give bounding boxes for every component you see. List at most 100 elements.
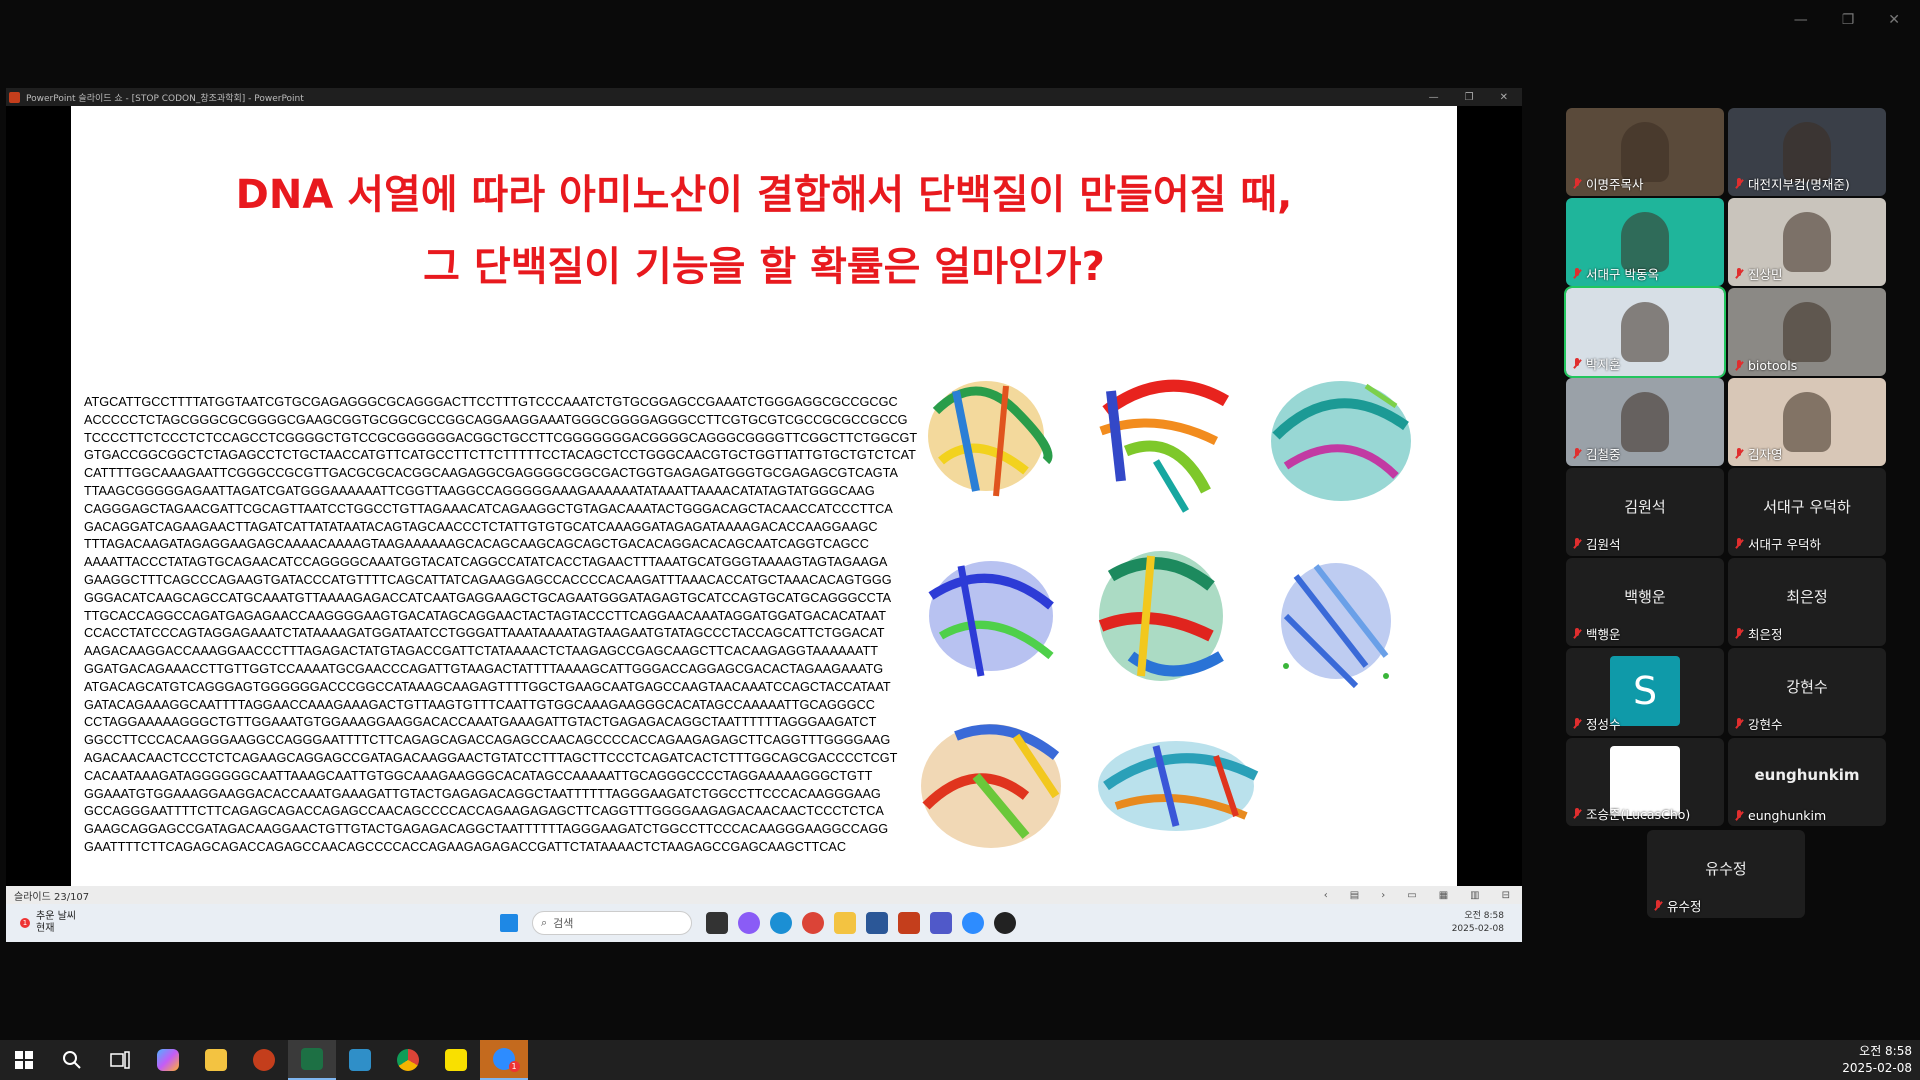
chrome-icon[interactable] bbox=[802, 912, 824, 934]
participant-tile[interactable]: 유수정 유수정 bbox=[1647, 830, 1805, 918]
powerpoint-icon bbox=[253, 1049, 275, 1071]
restore-icon[interactable]: ❐ bbox=[1842, 12, 1855, 28]
task-view-icon[interactable] bbox=[706, 912, 728, 934]
task-view-button[interactable] bbox=[96, 1040, 144, 1080]
dna-line: AAAATTACCCTATAGTGCAGAACATCCAGGGGCAAATGGT… bbox=[84, 555, 888, 570]
participant-tile[interactable]: 서대구 박동옥 bbox=[1566, 198, 1724, 286]
dna-line: TTAAGCGGGGGAGAATTAGATCGATGGGAAAAAATTCGGT… bbox=[84, 483, 875, 498]
muted-mic-icon bbox=[1734, 177, 1744, 190]
participant-name: 유수정 bbox=[1667, 899, 1702, 914]
participant-tile[interactable]: 최은정 최은정 bbox=[1728, 558, 1886, 646]
participant-tile[interactable]: 진상민 bbox=[1728, 198, 1886, 286]
participant-name: 김자영 bbox=[1748, 447, 1783, 462]
muted-mic-icon bbox=[1734, 717, 1744, 730]
participant-name: 박지훈 bbox=[1586, 357, 1621, 372]
dna-line: GAATTTTCTTCAGAGCAGACCAGAGCCAACAGCCCCACCA… bbox=[84, 839, 847, 854]
reading-view-icon[interactable]: ▥ bbox=[1470, 890, 1479, 901]
participant-tile[interactable]: biotools bbox=[1728, 288, 1886, 376]
participant-tile[interactable]: 조승준(LucasCho) bbox=[1566, 738, 1724, 826]
edge-icon[interactable] bbox=[770, 912, 792, 934]
slide-counter: 슬라이드 23/107 bbox=[14, 891, 90, 903]
windows-start-icon[interactable] bbox=[500, 914, 518, 932]
prev-slide-icon[interactable]: ‹ bbox=[1324, 890, 1328, 901]
participant-name: 정성수 bbox=[1586, 717, 1621, 732]
participant-tile[interactable]: 백행운 백행운 bbox=[1566, 558, 1724, 646]
taskbar-file-explorer[interactable] bbox=[192, 1040, 240, 1080]
ppt-close-icon[interactable]: ✕ bbox=[1500, 92, 1508, 103]
weather-widget[interactable]: 1 추운 날씨 현재 bbox=[20, 911, 500, 935]
zoom-icon[interactable] bbox=[962, 912, 984, 934]
media-player-icon[interactable] bbox=[994, 912, 1016, 934]
taskbar-copilot[interactable] bbox=[144, 1040, 192, 1080]
participant-tile[interactable]: S 정성수 bbox=[1566, 648, 1724, 736]
task-view-icon bbox=[110, 1051, 130, 1069]
protein-structures-image bbox=[921, 379, 1411, 848]
participant-name-label: 박지훈 bbox=[1572, 354, 1621, 373]
dna-line: CCACCTATCCCAGTAGGAGAAATCTATAAAAGATGGATAA… bbox=[84, 626, 885, 641]
file-explorer-icon[interactable] bbox=[834, 912, 856, 934]
slide-title-line-1: DNA 서열에 따라 아미노산이 결합해서 단백질이 만들어질 때, bbox=[235, 172, 1293, 218]
protein-structure-6 bbox=[1281, 563, 1391, 689]
participant-name: 김원석 bbox=[1586, 537, 1621, 552]
muted-mic-icon bbox=[1734, 627, 1744, 640]
participant-name: 조승준(LucasCho) bbox=[1586, 807, 1691, 822]
participant-tile[interactable]: 박지훈 bbox=[1564, 286, 1726, 378]
dna-line: AAGACAAGGACCAAAGGAACCCTTTAGAGACTATGTAGAC… bbox=[84, 644, 878, 659]
excel-icon bbox=[301, 1048, 323, 1070]
ppt-titlebar: PowerPoint 슬라이드 쇼 - [STOP CODON_창조과학회] -… bbox=[6, 88, 1522, 106]
teams-icon[interactable] bbox=[930, 912, 952, 934]
dna-sequence-text: ATGCATTGCCTTTTATGGTAATCGTGCGAGAGGGCGCAGG… bbox=[84, 394, 917, 857]
participant-tile[interactable]: eunghunkim eunghunkim bbox=[1728, 738, 1886, 826]
participant-name-label: 김원석 bbox=[1572, 534, 1621, 553]
participant-name-label: 강현수 bbox=[1734, 714, 1783, 733]
participant-tile[interactable]: 김자영 bbox=[1728, 378, 1886, 466]
window-controls: — ❐ ✕ bbox=[1794, 12, 1900, 28]
dna-line: CATTTTGGCAAAGAATTCGGGCCGCGTTGACGCGCACGGC… bbox=[84, 466, 898, 481]
participant-tile[interactable]: 서대구 우덕하 서대구 우덕하 bbox=[1728, 468, 1886, 556]
close-icon[interactable]: ✕ bbox=[1888, 12, 1900, 28]
muted-mic-icon bbox=[1734, 537, 1744, 550]
shared-taskbar-apps bbox=[706, 912, 1016, 934]
taskbar-excel[interactable] bbox=[288, 1040, 336, 1080]
taskbar-kakaotalk[interactable] bbox=[432, 1040, 480, 1080]
taskbar-powerpoint[interactable] bbox=[240, 1040, 288, 1080]
participant-tile[interactable]: 강현수 강현수 bbox=[1728, 648, 1886, 736]
participant-name-label: 유수정 bbox=[1653, 896, 1702, 915]
dna-line: TTGCACCAGGCCAGATGAGAGAACCAAGGGGAAGTGACAT… bbox=[84, 608, 886, 623]
next-slide-icon[interactable]: › bbox=[1381, 890, 1385, 901]
search-button[interactable] bbox=[48, 1040, 96, 1080]
slide-menu-icon[interactable]: ▤ bbox=[1350, 890, 1359, 901]
dna-line: GGGACATCAAGCAGCCATGCAAATGTTAAAAGAGACCATC… bbox=[84, 590, 892, 605]
dna-line: CACAATAAAGATAGGGGGGCAATTAAAGCAATTGTGGCAA… bbox=[84, 768, 873, 783]
participant-tile[interactable]: 김철중 bbox=[1566, 378, 1724, 466]
participant-gallery: 이명주목사 대전지부컴(명재준) 서대구 박동옥 진상민 박지훈 biotools 김철중 김… bbox=[1564, 108, 1888, 918]
taskbar-zoom[interactable]: 1 bbox=[480, 1040, 528, 1080]
taskbar-app-blue[interactable] bbox=[336, 1040, 384, 1080]
ppt-restore-icon[interactable]: ❐ bbox=[1465, 92, 1474, 103]
taskbar-search-icon bbox=[63, 1051, 81, 1069]
minimize-icon[interactable]: — bbox=[1794, 12, 1808, 28]
participant-name-label: 서대구 박동옥 bbox=[1572, 264, 1659, 283]
copilot-icon[interactable] bbox=[738, 912, 760, 934]
taskbar-chrome[interactable] bbox=[384, 1040, 432, 1080]
participant-tile[interactable]: 김원석 김원석 bbox=[1566, 468, 1724, 556]
participant-display-name: 김원석 bbox=[1624, 498, 1666, 516]
participant-name: 백행운 bbox=[1586, 627, 1621, 642]
start-button[interactable] bbox=[0, 1040, 48, 1080]
normal-view-icon[interactable]: ▭ bbox=[1407, 890, 1416, 901]
powerpoint-app-icon[interactable] bbox=[898, 912, 920, 934]
word-icon[interactable] bbox=[866, 912, 888, 934]
participant-video bbox=[1783, 392, 1831, 452]
slideshow-view-icon[interactable]: ⊟ bbox=[1502, 890, 1510, 901]
taskbar-clock[interactable]: 오전 8:58 2025-02-08 bbox=[1842, 1043, 1912, 1077]
muted-mic-icon bbox=[1572, 807, 1582, 820]
participant-tile[interactable]: 이명주목사 bbox=[1566, 108, 1724, 196]
search-box[interactable]: ⌕ 검색 bbox=[532, 911, 692, 935]
participant-tile[interactable]: 대전지부컴(명재준) bbox=[1728, 108, 1886, 196]
slide-title-line-2: 그 단백질이 기능을 할 확률은 얼마인가? bbox=[423, 244, 1105, 290]
store-icon bbox=[349, 1049, 371, 1071]
weather-text: 추운 날씨 bbox=[36, 911, 76, 922]
sorter-view-icon[interactable]: ▦ bbox=[1439, 890, 1448, 901]
participant-video bbox=[1783, 122, 1831, 182]
ppt-minimize-icon[interactable]: — bbox=[1429, 92, 1439, 103]
